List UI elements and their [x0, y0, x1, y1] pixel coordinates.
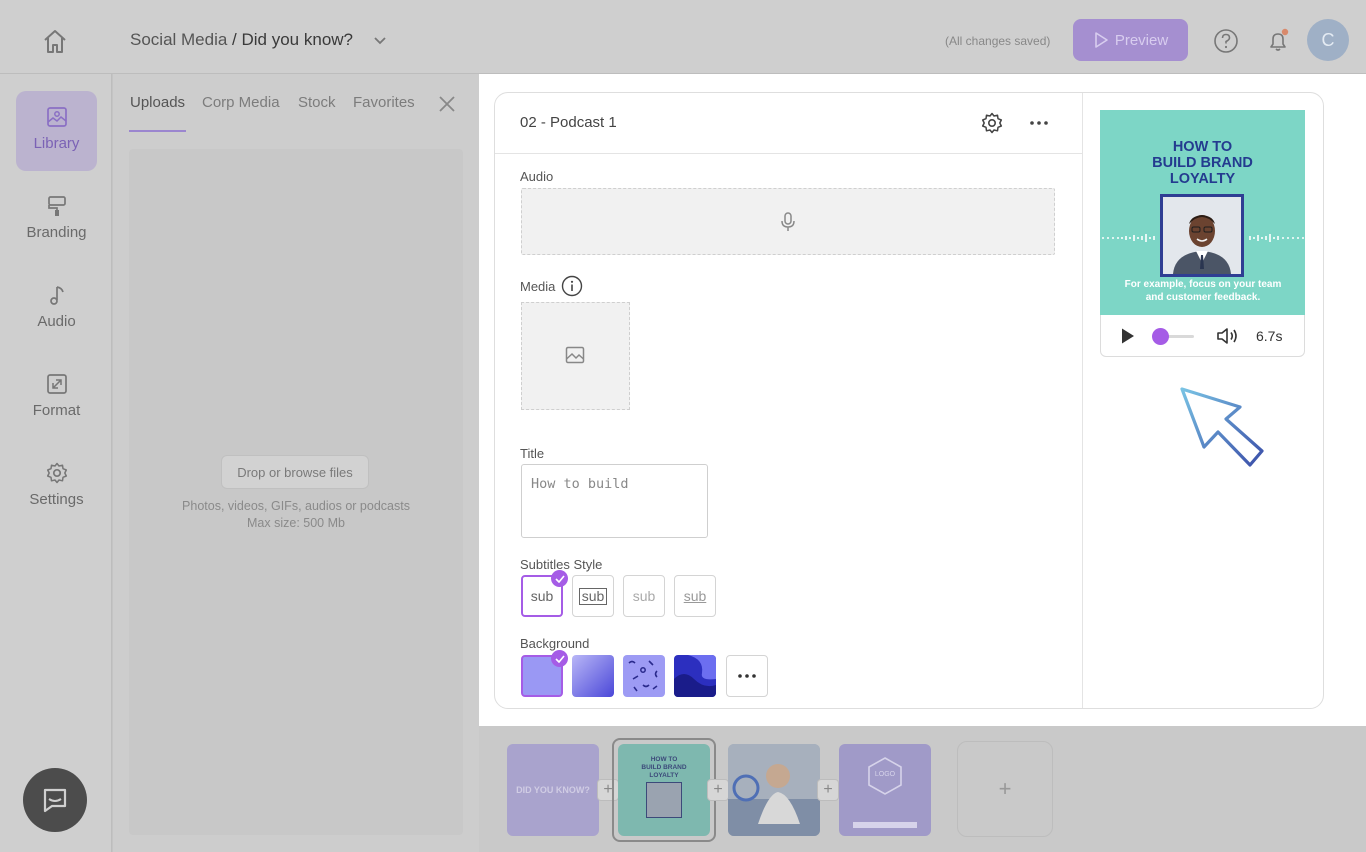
- tab-uploads[interactable]: Uploads: [130, 94, 185, 111]
- scene-settings-icon[interactable]: [980, 111, 1004, 140]
- add-scene-button[interactable]: +: [817, 779, 839, 801]
- more-backgrounds-button[interactable]: [726, 655, 768, 697]
- play-outline-icon: [1095, 32, 1108, 48]
- breadcrumb-current[interactable]: Did you know?: [242, 30, 354, 49]
- play-icon[interactable]: [1120, 327, 1136, 350]
- subtitle-style-option-3[interactable]: sub: [623, 575, 665, 617]
- preview-caption: For example, focus on your team and cust…: [1124, 279, 1282, 303]
- music-note-icon: [49, 286, 64, 305]
- preview-label: Preview: [1114, 31, 1169, 49]
- rail-item-settings[interactable]: Settings: [16, 447, 97, 527]
- upload-hint-size: Max size: 500 Mb: [247, 516, 345, 530]
- rail-item-library[interactable]: Library: [16, 91, 97, 171]
- selected-check-icon: [551, 650, 568, 667]
- close-icon[interactable]: [437, 94, 457, 119]
- thumbnail-photo: [728, 744, 820, 836]
- tab-corp-media[interactable]: Corp Media: [202, 94, 280, 111]
- scene-thumbnail-3[interactable]: [728, 744, 820, 836]
- scene-thumbnail-4[interactable]: LOGO: [839, 744, 931, 836]
- subtitle-style-text: sub: [683, 588, 707, 604]
- background-swatch-gradient[interactable]: [572, 655, 614, 697]
- rail-item-branding[interactable]: Branding: [16, 180, 97, 260]
- thumbnail-text: DID YOU KNOW?: [516, 785, 590, 795]
- subtitle-style-text: sub: [578, 587, 608, 605]
- image-placeholder-icon: [565, 346, 585, 369]
- chat-icon: [43, 788, 67, 813]
- tab-stock[interactable]: Stock: [298, 94, 336, 111]
- rail-item-format[interactable]: Format: [16, 358, 97, 438]
- chevron-down-icon[interactable]: [372, 34, 388, 52]
- subtitle-style-text: sub: [632, 588, 656, 604]
- background-swatch-shape[interactable]: [674, 655, 716, 697]
- rail-label-branding: Branding: [26, 224, 87, 241]
- add-scene-button[interactable]: +: [707, 779, 729, 801]
- thumbnail-text: HOW TO BUILD BRAND LOYALTY: [641, 756, 687, 779]
- more-options-icon[interactable]: [1028, 114, 1050, 137]
- subtitle-style-option-4[interactable]: sub: [674, 575, 716, 617]
- more-options-icon: [738, 674, 756, 678]
- subtitle-style-text: sub: [530, 588, 554, 604]
- preview-duration: 6.7s: [1256, 328, 1283, 344]
- preview-portrait: [1160, 194, 1244, 277]
- info-icon[interactable]: [561, 275, 583, 302]
- volume-icon[interactable]: [1216, 326, 1240, 351]
- rail-item-audio[interactable]: Audio: [16, 269, 97, 349]
- rail-label-settings: Settings: [29, 491, 84, 508]
- rail-label-format: Format: [32, 402, 81, 419]
- paint-roller-icon: [47, 196, 66, 216]
- help-icon[interactable]: [1213, 28, 1239, 59]
- avatar[interactable]: C: [1307, 19, 1349, 61]
- add-new-scene-button[interactable]: +: [957, 741, 1053, 837]
- rail-label-audio: Audio: [37, 313, 76, 330]
- image-icon: [46, 107, 67, 127]
- thumbnail-bar: [853, 822, 917, 828]
- thumbnail-text: LOGO: [874, 771, 896, 778]
- selected-check-icon: [551, 570, 568, 587]
- notification-bell-icon[interactable]: [1265, 28, 1291, 59]
- breadcrumb-separator: /: [227, 30, 242, 49]
- scene-thumbnail-1[interactable]: DID YOU KNOW?: [507, 744, 599, 836]
- thumbnail-portrait: [646, 782, 682, 818]
- preview-headline: HOW TO BUILD BRAND LOYALTY: [1152, 139, 1253, 187]
- add-symbol: +: [823, 781, 833, 798]
- scene-thumbnail-2[interactable]: HOW TO BUILD BRAND LOYALTY: [618, 744, 710, 836]
- save-status: (All changes saved): [945, 34, 1051, 48]
- add-symbol: +: [713, 781, 723, 798]
- background-swatch-pattern[interactable]: [623, 655, 665, 697]
- microphone-icon: [779, 211, 797, 238]
- chat-launcher-button[interactable]: [23, 768, 87, 832]
- rail-label-library: Library: [33, 135, 80, 152]
- scene-title[interactable]: 02 - Podcast 1: [520, 114, 617, 131]
- upload-hint-types: Photos, videos, GIFs, audios or podcasts: [182, 499, 410, 513]
- preview-progress-handle[interactable]: [1152, 328, 1169, 345]
- cursor-illustration-icon: [1176, 385, 1268, 476]
- home-icon[interactable]: [40, 28, 70, 54]
- tab-favorites[interactable]: Favorites: [353, 94, 415, 111]
- gear-icon: [46, 462, 67, 484]
- background-label: Background: [520, 636, 590, 651]
- breadcrumb-parent[interactable]: Social Media: [130, 30, 227, 49]
- media-label: Media: [520, 279, 556, 294]
- browse-files-button[interactable]: Drop or browse files: [221, 455, 369, 489]
- breadcrumb: Social Media / Did you know?: [130, 30, 353, 50]
- add-symbol: +: [998, 776, 1012, 801]
- resize-icon: [46, 374, 67, 394]
- title-label: Title: [520, 446, 545, 461]
- audio-label: Audio: [520, 169, 554, 184]
- subtitle-style-option-2[interactable]: sub: [572, 575, 614, 617]
- upload-dropzone[interactable]: [129, 149, 463, 835]
- panel-divider: [1082, 93, 1083, 708]
- active-tab-underline: [129, 130, 186, 132]
- preview-button[interactable]: Preview: [1073, 19, 1188, 61]
- title-textarea[interactable]: How to build: [521, 464, 708, 538]
